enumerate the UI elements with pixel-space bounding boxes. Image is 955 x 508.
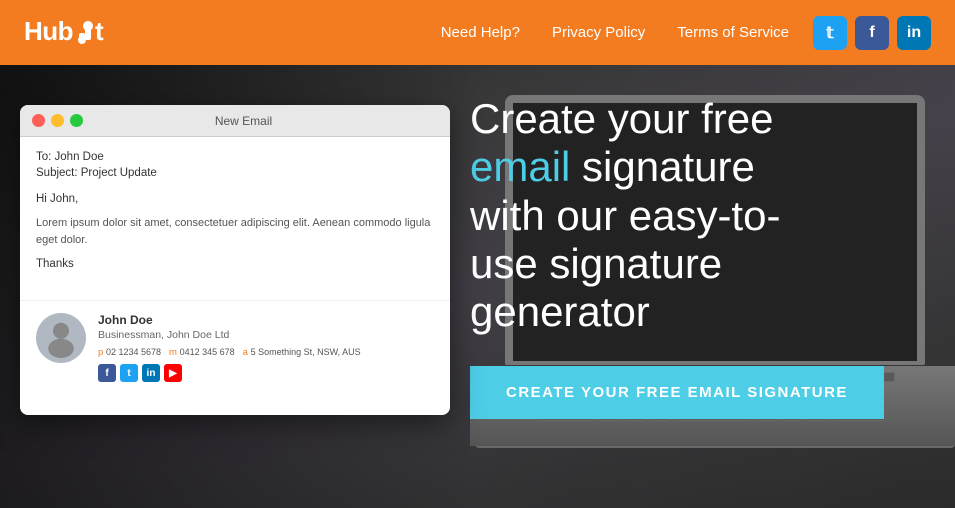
signature-name: John Doe xyxy=(98,313,434,327)
address-text: 5 Something St, NSW, AUS xyxy=(251,347,361,357)
cta-button[interactable]: CREATE YOUR FREE EMAIL SIGNATURE xyxy=(470,366,884,419)
signature-linkedin-icon: in xyxy=(142,364,160,382)
logo-text: Hub t xyxy=(24,16,103,48)
signature-info: John Doe Businessman, John Doe Ltd p 02 … xyxy=(98,313,434,382)
hero-headline: Create your free email signature with ou… xyxy=(470,95,935,336)
signature-twitter-icon: t xyxy=(120,364,138,382)
hero-section: New Email To: John Doe Subject: Project … xyxy=(0,65,955,508)
email-subject-field: Subject: Project Update xyxy=(36,167,434,179)
window-titlebar: New Email xyxy=(20,105,450,137)
email-greeting: Hi John, xyxy=(36,193,434,205)
signature-title: Businessman, John Doe Ltd xyxy=(98,329,434,341)
signature-avatar xyxy=(36,313,86,363)
email-window-mockup: New Email To: John Doe Subject: Project … xyxy=(20,105,450,415)
twitter-icon: 𝕥 xyxy=(826,23,833,43)
signature-social-icons: f t in ▶ xyxy=(98,364,434,382)
avatar-silhouette-icon xyxy=(41,318,81,358)
signature-youtube-icon: ▶ xyxy=(164,364,182,382)
email-signature-block: John Doe Businessman, John Doe Ltd p 02 … xyxy=(20,300,450,382)
email-body: To: John Doe Subject: Project Update Hi … xyxy=(20,137,450,300)
linkedin-social-button[interactable]: in xyxy=(897,16,931,50)
facebook-icon: f xyxy=(869,24,874,42)
hubspot-logo-icon xyxy=(73,19,95,47)
hero-text-block: Create your free email signature with ou… xyxy=(470,95,935,419)
email-to-field: To: John Doe xyxy=(36,151,434,163)
logo: Hub t xyxy=(24,16,103,48)
facebook-social-button[interactable]: f xyxy=(855,16,889,50)
email-thanks: Thanks xyxy=(36,258,434,270)
signature-facebook-icon: f xyxy=(98,364,116,382)
mobile-label: m xyxy=(169,347,177,358)
hero-email-word: email xyxy=(470,143,570,190)
signature-address-container: a 5 Something St, NSW, AUS xyxy=(243,347,361,358)
nav-terms-link[interactable]: Terms of Service xyxy=(677,24,789,41)
nav-privacy-link[interactable]: Privacy Policy xyxy=(552,24,645,41)
header: Hub t Need Help? Privacy Policy Terms of… xyxy=(0,0,955,65)
window-close-button xyxy=(32,114,45,127)
nav: Need Help? Privacy Policy Terms of Servi… xyxy=(441,24,789,41)
linkedin-icon: in xyxy=(907,24,921,42)
window-title: New Email xyxy=(89,114,398,128)
social-icons: 𝕥 f in xyxy=(813,16,931,50)
phone-label: p xyxy=(98,347,103,358)
window-maximize-button xyxy=(70,114,83,127)
window-minimize-button xyxy=(51,114,64,127)
signature-contact: p 02 1234 5678 m 0412 345 678 a 5 Someth… xyxy=(98,347,434,358)
phone-number: 02 1234 5678 xyxy=(106,347,161,357)
signature-mobile: m 0412 345 678 xyxy=(169,347,235,358)
twitter-social-button[interactable]: 𝕥 xyxy=(813,16,847,50)
nav-help-link[interactable]: Need Help? xyxy=(441,24,520,41)
address-label: a xyxy=(243,347,248,358)
signature-phone: p 02 1234 5678 xyxy=(98,347,161,358)
email-body-text: Lorem ipsum dolor sit amet, consectetuer… xyxy=(36,215,434,248)
mobile-number: 0412 345 678 xyxy=(180,347,235,357)
